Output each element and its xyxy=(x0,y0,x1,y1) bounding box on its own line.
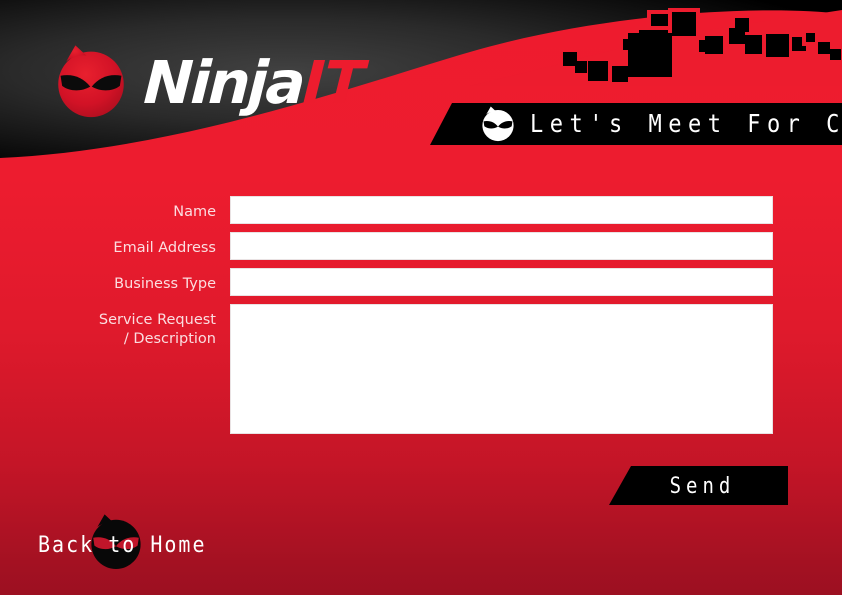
form-row-service-request: Service Request / Description xyxy=(0,304,842,434)
form-row-name: Name xyxy=(0,196,842,224)
label-name: Name xyxy=(173,204,216,220)
decorative-square xyxy=(584,57,612,85)
name-input[interactable] xyxy=(230,196,773,224)
back-to-home-label: Back to Home xyxy=(38,530,207,558)
ninja-mask-icon xyxy=(58,45,124,118)
contact-form: Name Email Address Business Type Service… xyxy=(0,196,842,442)
back-to-home-link[interactable]: Back to Home xyxy=(38,512,248,574)
decorative-square xyxy=(628,33,672,77)
decorative-square xyxy=(802,29,819,46)
business-type-input[interactable] xyxy=(230,268,773,296)
send-button[interactable]: Send xyxy=(609,466,788,505)
email-input[interactable] xyxy=(230,232,773,260)
brand-wordmark: NinjaIT xyxy=(142,48,365,117)
decorative-square xyxy=(668,8,700,40)
service-request-textarea[interactable] xyxy=(230,304,773,434)
banner-title: Let's Meet For Coffee xyxy=(530,110,842,138)
brand-name-secondary: IT xyxy=(301,47,366,117)
contact-page: NinjaIT Let's Meet For Coffee Name Email… xyxy=(0,0,842,595)
brand-name-primary: Ninja xyxy=(142,47,305,117)
label-service-request: Service Request / Description xyxy=(98,312,216,347)
decorative-square xyxy=(818,42,830,54)
label-email-address: Email Address xyxy=(113,240,216,256)
coffee-banner: Let's Meet For Coffee xyxy=(430,103,842,145)
decorative-square xyxy=(735,18,749,32)
brand-logo[interactable]: NinjaIT xyxy=(52,43,365,121)
ninja-mask-icon xyxy=(482,106,514,142)
form-row-business-type: Business Type xyxy=(0,268,842,296)
decorative-square xyxy=(563,52,577,66)
send-button-label: Send xyxy=(669,472,736,499)
page-header: NinjaIT xyxy=(0,0,842,175)
decorative-square xyxy=(575,61,587,73)
decorative-square xyxy=(830,49,841,60)
decorative-square xyxy=(699,40,711,52)
form-row-email: Email Address xyxy=(0,232,842,260)
decorative-square xyxy=(612,66,628,82)
label-business-type: Business Type xyxy=(114,276,216,292)
decorative-square xyxy=(745,35,764,54)
decorative-square xyxy=(762,30,793,61)
